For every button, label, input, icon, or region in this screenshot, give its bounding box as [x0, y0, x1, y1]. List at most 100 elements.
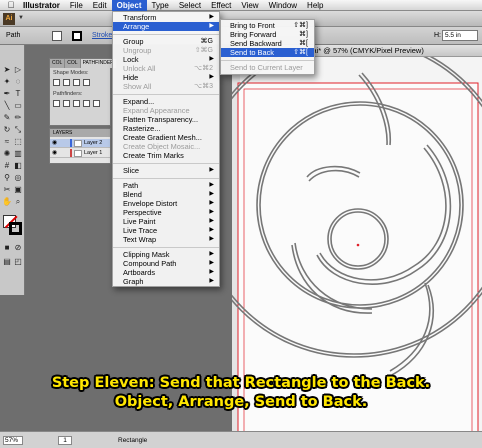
warp-tool-icon[interactable]: ≈ [2, 137, 12, 147]
tab-color-guide[interactable]: COL [65, 59, 81, 68]
zoom-tool-icon[interactable]: ⌕ [13, 197, 23, 207]
menu-type[interactable]: Type [147, 0, 174, 11]
chevron-down-icon[interactable]: ▼ [18, 15, 24, 21]
object-menu-item-transform[interactable]: Transform ▶ [113, 13, 219, 22]
menu-view[interactable]: View [236, 0, 263, 11]
arrange-menu-item-send-backward[interactable]: Send Backward ⌘[ [221, 39, 314, 48]
menu-select[interactable]: Select [174, 0, 206, 11]
object-menu-item-create-trim-marks[interactable]: Create Trim Marks [113, 151, 219, 160]
intersect-icon[interactable] [73, 79, 80, 86]
draw-mode-icon[interactable]: ◰ [13, 257, 23, 267]
arrange-menu-item-bring-to-front[interactable]: Bring to Front ⇧⌘] [221, 21, 314, 30]
outline-icon[interactable] [93, 100, 100, 107]
artboard-number-field[interactable]: 1 [58, 436, 72, 445]
mesh-tool-icon[interactable]: # [2, 161, 12, 171]
object-menu-item-text-wrap[interactable]: Text Wrap ▶ [113, 235, 219, 244]
object-menu-item-slice[interactable]: Slice ▶ [113, 166, 219, 175]
submenu-arrow-icon: ▶ [209, 209, 214, 215]
arrange-menu-item-bring-forward[interactable]: Bring Forward ⌘] [221, 30, 314, 39]
object-menu-item-expand[interactable]: Expand... [113, 97, 219, 106]
unite-icon[interactable] [53, 79, 60, 86]
none-mode-icon[interactable]: ⊘ [13, 243, 23, 253]
fill-stroke-control[interactable] [3, 215, 23, 237]
fill-swatch[interactable] [52, 31, 62, 41]
line-tool-icon[interactable]: ╲ [2, 101, 12, 111]
blend-tool-icon[interactable]: ◎ [13, 173, 23, 183]
layer-row[interactable]: ◉ Layer 2 [50, 139, 110, 148]
menu-separator [113, 162, 219, 164]
menu-effect[interactable]: Effect [206, 0, 236, 11]
menu-edit[interactable]: Edit [88, 0, 112, 11]
menu-object[interactable]: Object [111, 0, 147, 11]
color-mode-icon[interactable]: ■ [2, 243, 12, 253]
stroke-swatch[interactable] [72, 31, 82, 41]
height-label: H: [434, 32, 441, 39]
menu-item-label: Clipping Mask [123, 250, 170, 259]
object-menu-item-artboards[interactable]: Artboards ▶ [113, 268, 219, 277]
apple-menu-icon[interactable]:  [4, 0, 18, 10]
menu-window[interactable]: Window [264, 0, 302, 11]
stroke-color-box[interactable] [9, 222, 22, 235]
minus-front-icon[interactable] [63, 79, 70, 86]
arrange-menu-item-send-to-back[interactable]: Send to Back ⇧⌘[ [221, 48, 314, 57]
pencil-tool-icon[interactable]: ✏ [13, 113, 23, 123]
menu-separator [113, 177, 219, 179]
object-menu-item-flatten-transparency[interactable]: Flatten Transparency... [113, 115, 219, 124]
object-menu-item-arrange[interactable]: Arrange ▶ [113, 22, 219, 31]
merge-icon[interactable] [73, 100, 80, 107]
trim-icon[interactable] [63, 100, 70, 107]
gradient-tool-icon[interactable]: ◧ [13, 161, 23, 171]
magic-wand-tool-icon[interactable]: ✦ [2, 77, 12, 87]
visibility-eye-icon[interactable]: ◉ [52, 149, 57, 158]
object-menu-item-live-paint[interactable]: Live Paint ▶ [113, 217, 219, 226]
pen-tool-icon[interactable]: ✒ [2, 89, 12, 99]
object-menu-item-live-trace[interactable]: Live Trace ▶ [113, 226, 219, 235]
object-menu-item-clipping-mask[interactable]: Clipping Mask ▶ [113, 250, 219, 259]
layer-thumbnail [74, 140, 82, 147]
object-menu-item-lock[interactable]: Lock ▶ [113, 55, 219, 64]
lasso-tool-icon[interactable]: ◌ [13, 77, 23, 87]
object-menu-item-blend[interactable]: Blend ▶ [113, 190, 219, 199]
submenu-arrow-icon: ▶ [209, 269, 214, 275]
visibility-eye-icon[interactable]: ◉ [52, 139, 57, 148]
scale-tool-icon[interactable]: ⤡ [13, 125, 23, 135]
type-tool-icon[interactable]: T [13, 89, 23, 99]
hand-tool-icon[interactable]: ✋ [2, 197, 12, 207]
graph-tool-icon[interactable]: ▥ [13, 149, 23, 159]
rotate-tool-icon[interactable]: ↻ [2, 125, 12, 135]
free-transform-tool-icon[interactable]: ⬚ [13, 137, 23, 147]
symbol-sprayer-tool-icon[interactable]: ✺ [2, 149, 12, 159]
paintbrush-tool-icon[interactable]: ✎ [2, 113, 12, 123]
object-menu-item-compound-path[interactable]: Compound Path ▶ [113, 259, 219, 268]
object-menu-item-path[interactable]: Path ▶ [113, 181, 219, 190]
height-field[interactable]: 5.5 in [442, 30, 478, 41]
screen-mode-icon[interactable]: ▤ [2, 257, 12, 267]
layer-row[interactable]: ◉ Layer 1 [50, 149, 110, 158]
zoom-field[interactable]: 57% [3, 436, 23, 445]
tab-layers[interactable]: LAYERS [50, 129, 110, 137]
tools-panel: ➤ ▷ ✦ ◌ ✒ T ╲ ▭ ✎ ✏ ↻ ⤡ ≈ ⬚ ✺ ▥ # ◧ ⚲ ◎ … [0, 45, 25, 295]
menu-item-label: Transform [123, 13, 157, 22]
object-menu-item-group[interactable]: Group ⌘G [113, 37, 219, 46]
scissors-tool-icon[interactable]: ✂ [2, 185, 12, 195]
direct-selection-tool-icon[interactable]: ▷ [13, 65, 23, 75]
divide-icon[interactable] [53, 100, 60, 107]
tab-color[interactable]: COL [50, 59, 66, 68]
object-menu-item-create-gradient-mesh[interactable]: Create Gradient Mesh... [113, 133, 219, 142]
stroke-link[interactable]: Stroke [92, 32, 112, 39]
crop-icon[interactable] [83, 100, 90, 107]
menu-illustrator[interactable]: Illustrator [18, 0, 65, 11]
selection-tool-icon[interactable]: ➤ [2, 65, 12, 75]
artboard-tool-icon[interactable]: ▣ [13, 185, 23, 195]
eyedropper-tool-icon[interactable]: ⚲ [2, 173, 12, 183]
object-menu-item-hide[interactable]: Hide ▶ [113, 73, 219, 82]
rectangle-tool-icon[interactable]: ▭ [13, 101, 23, 111]
exclude-icon[interactable] [83, 79, 90, 86]
menu-item-label: Create Object Mosaic... [123, 142, 201, 151]
menu-help[interactable]: Help [302, 0, 328, 11]
object-menu-item-perspective[interactable]: Perspective ▶ [113, 208, 219, 217]
menu-file[interactable]: File [65, 0, 88, 11]
object-menu-item-rasterize[interactable]: Rasterize... [113, 124, 219, 133]
object-menu-item-envelope-distort[interactable]: Envelope Distort ▶ [113, 199, 219, 208]
object-menu-item-graph[interactable]: Graph ▶ [113, 277, 219, 286]
